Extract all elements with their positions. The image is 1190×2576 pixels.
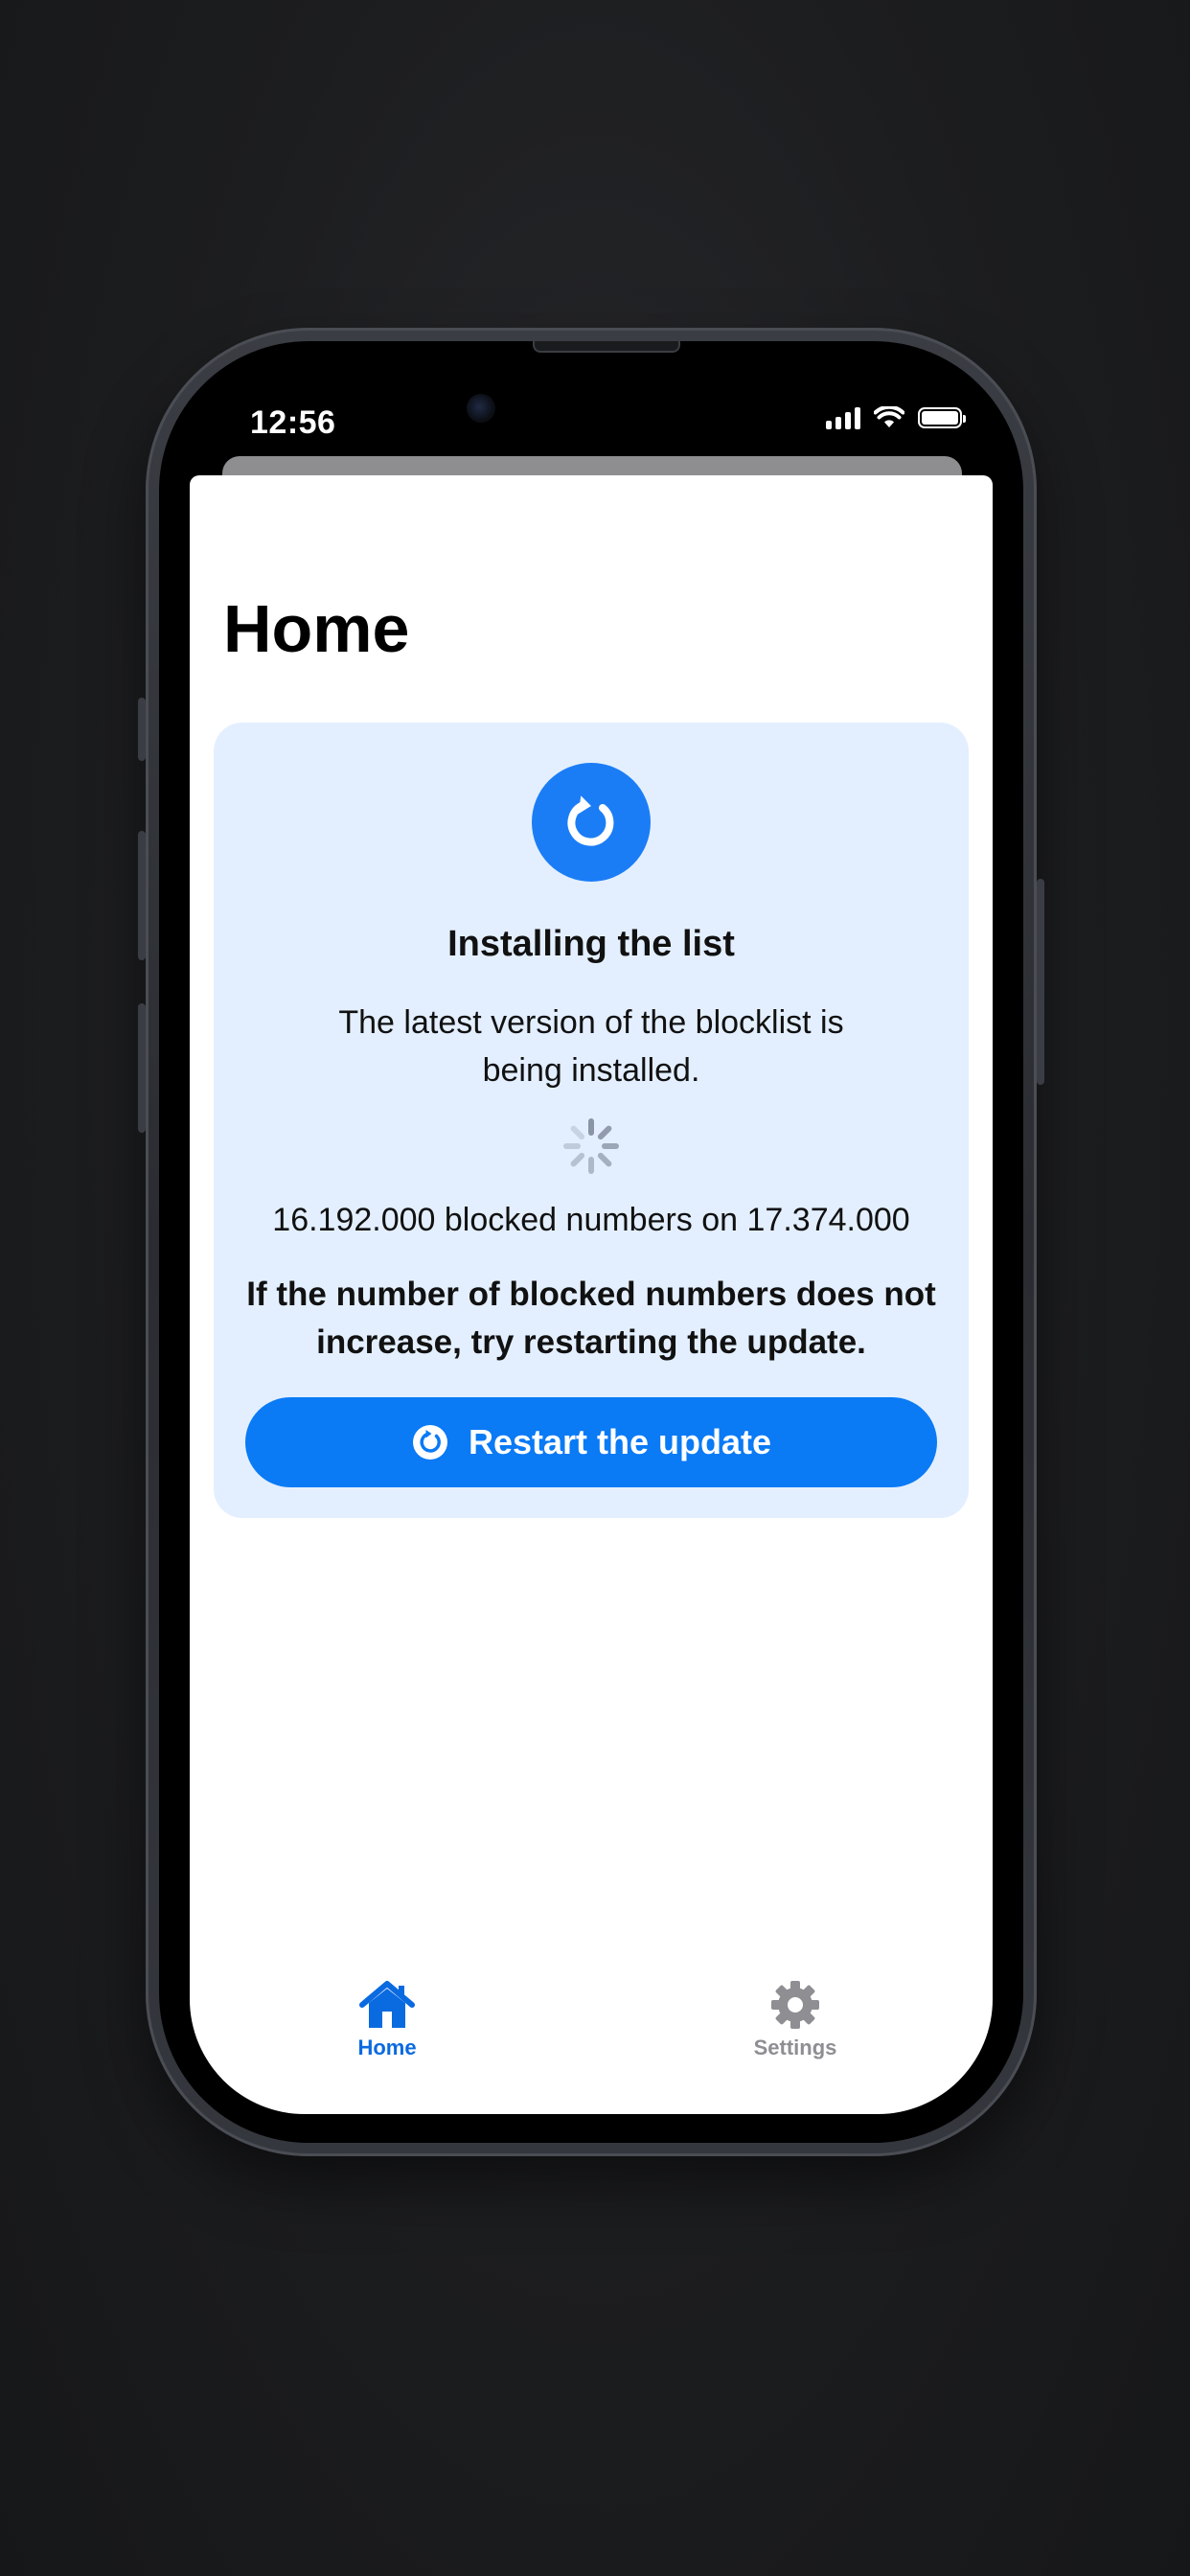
card-description: The latest version of the blocklist is b… — [338, 1004, 844, 1089]
blocked-count-text: 16.192.000 blocked numbers on 17.374.000 — [272, 1202, 910, 1238]
volume-up-button — [138, 831, 146, 960]
phone-bezel: 12:56 Home Installing the list The lates… — [159, 341, 1023, 2143]
card-title: Installing the list — [447, 924, 735, 964]
restart-hint-text: If the number of blocked numbers does no… — [246, 1276, 936, 1361]
battery-icon — [918, 407, 966, 428]
install-status-card: Installing the list The latest version o… — [214, 723, 969, 1518]
earpiece — [533, 341, 680, 353]
restart-update-button[interactable]: Restart the update — [245, 1397, 937, 1487]
tab-home[interactable]: Home — [320, 1980, 454, 2060]
wifi-icon — [874, 406, 904, 427]
page-title: Home — [223, 591, 410, 666]
gear-icon — [771, 1981, 819, 2029]
restart-update-label: Restart the update — [468, 1422, 772, 1461]
tab-settings-label: Settings — [753, 2036, 837, 2059]
tab-home-label: Home — [357, 2036, 417, 2059]
status-icons — [826, 406, 966, 429]
tab-settings[interactable]: Settings — [728, 1980, 862, 2060]
front-camera — [467, 394, 495, 423]
activity-spinner-icon — [563, 1118, 619, 1174]
silent-switch — [138, 698, 146, 761]
status-time: 12:56 — [250, 404, 336, 441]
tab-bar: Home Settings — [190, 1980, 993, 2076]
power-button — [1037, 879, 1044, 1085]
volume-down-button — [138, 1003, 146, 1133]
refresh-icon — [532, 763, 651, 882]
app-screen: Home Installing the list The latest vers… — [190, 475, 993, 2114]
phone-frame: 12:56 Home Installing the list The lates… — [138, 328, 1044, 2156]
cellular-signal-icon — [826, 406, 860, 429]
refresh-icon — [412, 1425, 447, 1460]
house-icon — [359, 1981, 415, 2028]
